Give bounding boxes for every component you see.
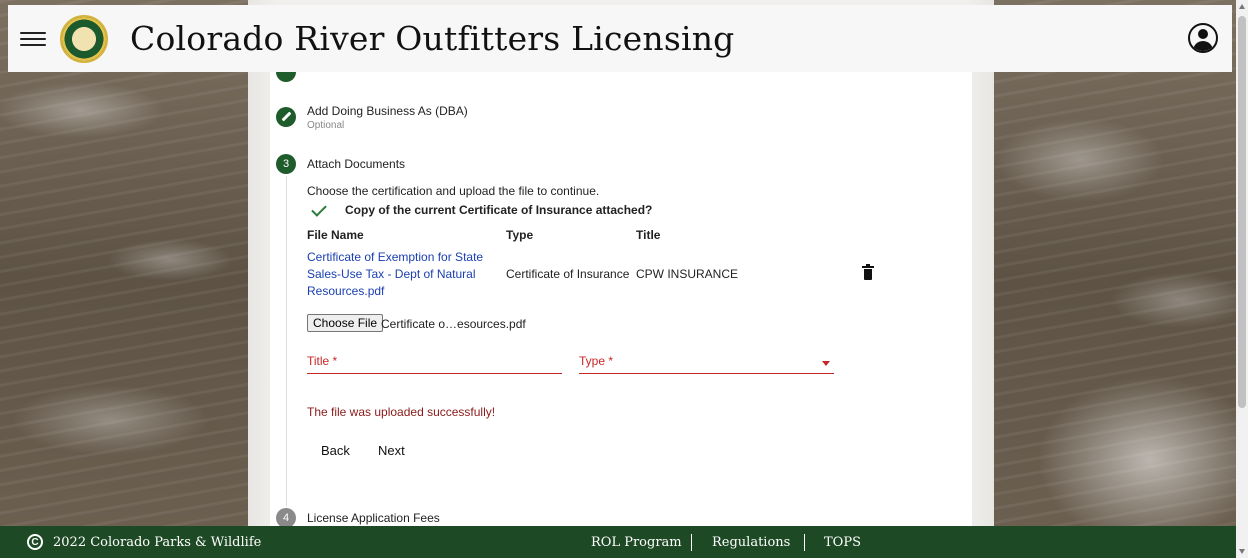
scroll-thumb[interactable] bbox=[1238, 16, 1246, 408]
copyright-icon: C bbox=[27, 534, 43, 550]
step-dot-completed bbox=[276, 72, 296, 82]
footer: C 2022 Colorado Parks & Wildlife ROL Pro… bbox=[0, 526, 1236, 558]
pencil-icon bbox=[281, 112, 291, 122]
stepper-card: Add Doing Business As (DBA) Optional 3 A… bbox=[270, 72, 972, 528]
file-title-cell: CPW INSURANCE bbox=[636, 267, 739, 281]
footer-link-rol-program[interactable]: ROL Program bbox=[591, 535, 682, 550]
col-header-title: Title bbox=[636, 228, 661, 242]
attach-instruction: Choose the certification and upload the … bbox=[307, 184, 600, 198]
footer-link-tops[interactable]: TOPS bbox=[824, 535, 861, 550]
type-select-label: Type * bbox=[579, 354, 614, 368]
step-connector bbox=[286, 176, 287, 506]
check-icon bbox=[311, 201, 327, 217]
footer-divider bbox=[804, 534, 805, 551]
trash-icon[interactable] bbox=[862, 264, 874, 280]
scroll-up-icon[interactable] bbox=[1239, 4, 1245, 9]
app-bar: Colorado River Outfitters Licensing bbox=[8, 5, 1232, 72]
step-subtitle-dba: Optional bbox=[307, 120, 345, 131]
back-button[interactable]: Back bbox=[321, 443, 350, 458]
file-type-cell: Certificate of Insurance bbox=[506, 267, 630, 281]
page-scrollbar[interactable] bbox=[1236, 0, 1248, 558]
footer-link-regulations[interactable]: Regulations bbox=[712, 535, 790, 550]
app-title: Colorado River Outfitters Licensing bbox=[130, 19, 735, 58]
choose-file-button[interactable]: Choose File bbox=[307, 314, 384, 332]
footer-copyright: 2022 Colorado Parks & Wildlife bbox=[53, 535, 262, 550]
step-dot-attach: 3 bbox=[276, 154, 296, 174]
dropdown-arrow-icon bbox=[822, 361, 830, 366]
file-name-line: Certificate of Exemption for State bbox=[307, 250, 484, 264]
title-field[interactable]: Title * bbox=[307, 354, 562, 374]
requirement-text: Copy of the current Certificate of Insur… bbox=[345, 203, 653, 217]
step-title-dba[interactable]: Add Doing Business As (DBA) bbox=[307, 104, 468, 118]
upload-success-message: The file was uploaded successfully! bbox=[307, 405, 496, 419]
step-title-fees[interactable]: License Application Fees bbox=[307, 511, 440, 525]
step-title-attach: Attach Documents bbox=[307, 157, 406, 171]
menu-icon[interactable] bbox=[20, 29, 46, 49]
cpw-logo bbox=[60, 14, 108, 63]
selected-file-name: Certificate o…esources.pdf bbox=[381, 317, 526, 331]
file-name-line: Resources.pdf bbox=[307, 284, 385, 298]
title-field-label: Title * bbox=[307, 354, 338, 368]
file-name-line: Sales-Use Tax - Dept of Natural bbox=[307, 267, 476, 281]
step-dot-fees: 4 bbox=[276, 508, 296, 528]
next-button[interactable]: Next bbox=[378, 443, 405, 458]
step-dot-dba[interactable] bbox=[276, 107, 296, 127]
col-header-type: Type bbox=[506, 228, 534, 242]
footer-divider bbox=[691, 534, 692, 551]
account-icon[interactable] bbox=[1188, 23, 1218, 53]
type-select[interactable]: Type * bbox=[579, 354, 834, 374]
file-name-link[interactable]: Certificate of Exemption for State Sales… bbox=[307, 249, 497, 300]
col-header-file-name: File Name bbox=[307, 228, 364, 242]
scroll-down-icon[interactable] bbox=[1239, 549, 1245, 554]
